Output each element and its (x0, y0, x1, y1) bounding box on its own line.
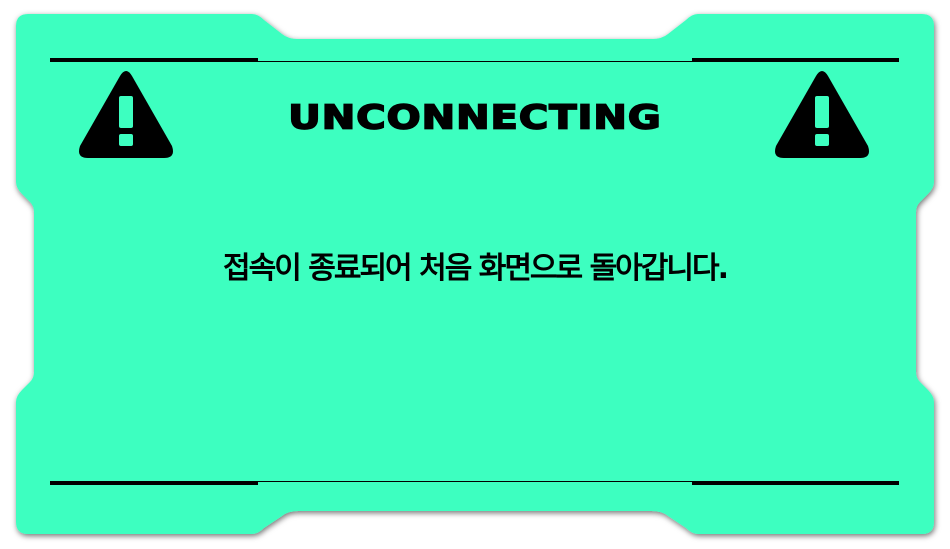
top-rule-right (692, 58, 899, 62)
bottom-rule-right (692, 481, 899, 485)
dialog-title: UNCONNECTING (287, 98, 662, 137)
dialog-message: 접속이 종료되어 처음 화면으로 돌아갑니다. (223, 251, 729, 286)
disconnect-dialog: UNCONNECTING 접속이 종료되어 처음 화면으로 돌아갑니다. (0, 0, 950, 549)
bottom-rule-left (50, 481, 258, 485)
top-rule-center (258, 61, 692, 62)
bottom-rule-center (258, 481, 692, 482)
top-rule-left (50, 58, 258, 62)
